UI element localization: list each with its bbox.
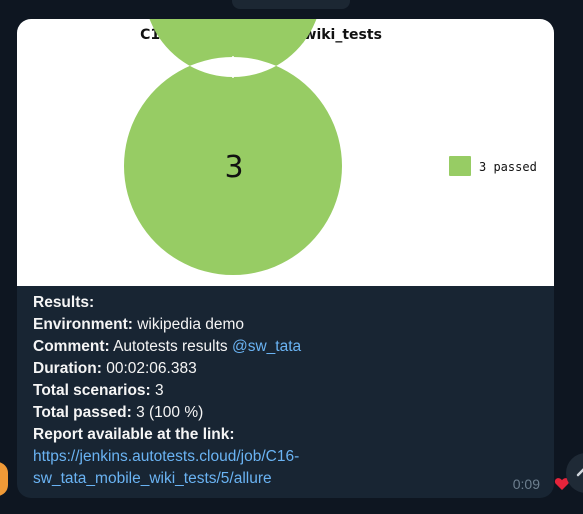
mention-link[interactable]: @sw_tata (232, 338, 301, 355)
comment-label: Comment: (33, 338, 110, 355)
report-link-part-2[interactable]: sw_tata_mobile_wiki_tests/5/allure (33, 470, 272, 487)
results-label: Results: (33, 294, 95, 311)
results-line: Results: (33, 292, 538, 314)
donut-chart: C16-sw_tata_mobile_wiki_tests 3 3 passed (124, 19, 537, 275)
total-scenarios-label: Total scenarios: (33, 382, 151, 399)
avatar[interactable] (0, 462, 8, 496)
donut-center-count: 3 (224, 150, 243, 185)
total-passed-line: Total passed: 3 (100 %) (33, 402, 538, 424)
report-link-line-1: https://jenkins.autotests.cloud/job/C16- (33, 446, 538, 468)
environment-line: Environment: wikipedia demo (33, 314, 538, 336)
chart-image[interactable]: C16-sw_tata_mobile_wiki_tests 3 3 passed (17, 19, 554, 286)
total-scenarios-value: 3 (155, 382, 164, 399)
comment-line: Comment: Autotests results @sw_tata (33, 336, 538, 358)
message-meta: 0:09 (513, 476, 540, 492)
message-bubble: C16-sw_tata_mobile_wiki_tests 3 3 passed… (17, 19, 554, 498)
report-link-line-2: sw_tata_mobile_wiki_tests/5/allure (33, 468, 538, 490)
chevron-up-icon (576, 468, 583, 477)
total-passed-value: 3 (100 %) (136, 404, 204, 421)
duration-label: Duration: (33, 360, 102, 377)
report-line: Report available at the link: (33, 424, 538, 446)
report-label: Report available at the link: (33, 426, 235, 443)
total-passed-label: Total passed: (33, 404, 132, 421)
total-scenarios-line: Total scenarios: 3 (33, 380, 538, 402)
donut-group (124, 19, 342, 275)
legend-label-passed: 3 passed (479, 160, 537, 174)
top-bar-edge (232, 0, 350, 9)
comment-value: Autotests results (113, 338, 228, 355)
environment-label: Environment: (33, 316, 133, 333)
duration-line: Duration: 00:02:06.383 (33, 358, 538, 380)
report-link-part-1[interactable]: https://jenkins.autotests.cloud/job/C16- (33, 448, 299, 465)
environment-value: wikipedia demo (137, 316, 245, 333)
message-time: 0:09 (512, 476, 540, 492)
duration-value: 00:02:06.383 (106, 360, 197, 377)
legend-swatch-passed (449, 156, 471, 176)
message-text: Results: Environment: wikipedia demo Com… (33, 292, 538, 490)
